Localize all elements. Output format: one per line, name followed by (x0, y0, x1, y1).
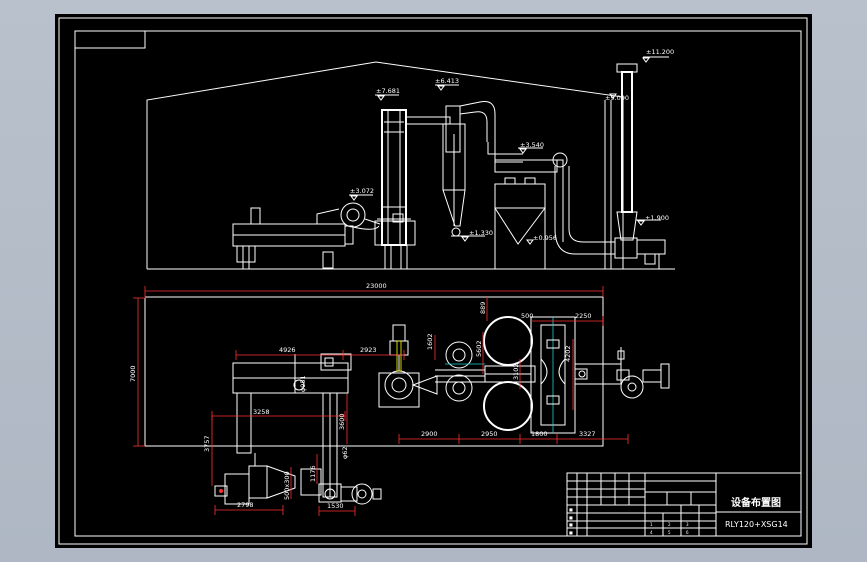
svg-text:±7.681: ±7.681 (376, 87, 400, 95)
elevation-view: ±11.200 ±9.000 ±7.681 ±6.413 ±3.540 ±3.0… (146, 48, 675, 270)
outer-border (58, 17, 808, 545)
inner-border (74, 30, 802, 537)
dim-4202: 4202 (564, 345, 572, 362)
svg-text:6: 6 (686, 530, 689, 535)
dim-7000: 7000 (129, 365, 137, 382)
plan-feeder (214, 453, 322, 505)
corner-label-box (74, 30, 146, 49)
duct-elbow (316, 202, 381, 230)
svg-text:■: ■ (569, 515, 573, 520)
svg-text:■: ■ (569, 522, 573, 527)
plan-conveyor (318, 392, 342, 503)
dim-2900: 2900 (421, 430, 438, 438)
dim-3600: 3600 (338, 413, 346, 430)
svg-text:2: 2 (668, 522, 671, 527)
dim-5602: 5602 (475, 340, 483, 357)
dim-3757: 3757 (203, 435, 211, 452)
drawing-model: RLY120+XSG14 (725, 520, 788, 529)
plan-furnace (232, 353, 352, 454)
dim-500x300: 500x300 (283, 471, 291, 500)
equipment-layout-drawing: ±11.200 ±9.000 ±7.681 ±6.413 ±3.540 ±3.0… (58, 17, 808, 545)
svg-text:1: 1 (650, 522, 653, 527)
svg-text:±3.072: ±3.072 (350, 187, 374, 195)
svg-text:±3.540: ±3.540 (520, 141, 544, 149)
plan-fan-bottom (340, 483, 382, 505)
elevation-markers: ±11.200 ±9.000 ±7.681 ±6.413 ±3.540 ±3.0… (349, 48, 674, 245)
drawing-title: 设备布置图 (731, 496, 781, 509)
dim-4926: 4926 (279, 346, 296, 354)
cad-viewport[interactable]: ±11.200 ±9.000 ±7.681 ±6.413 ±3.540 ±3.0… (55, 14, 812, 548)
svg-text:±6.413: ±6.413 (435, 77, 459, 85)
plan-building-outline (144, 296, 604, 447)
dim-2950: 2950 (481, 430, 498, 438)
svg-text:±0.956: ±0.956 (533, 234, 557, 242)
dim-1530: 1530 (327, 502, 344, 510)
svg-text:±1.330: ±1.330 (469, 229, 493, 237)
svg-text:±1.900: ±1.900 (645, 214, 669, 222)
dim-500: 500 (521, 312, 533, 320)
dim-2798: 2798 (237, 501, 254, 509)
svg-text:■: ■ (569, 507, 573, 512)
svg-text:3: 3 (686, 522, 689, 527)
dim-3102: 3102 (512, 363, 520, 380)
dim-1800: 1800 (531, 430, 548, 438)
dim-3327: 3327 (579, 430, 596, 438)
cyclone (442, 101, 496, 237)
plan-bag-filters (483, 316, 576, 434)
dim-2250: 2250 (575, 312, 592, 320)
hot-air-furnace (232, 207, 354, 269)
svg-text:5: 5 (668, 530, 671, 535)
svg-text:±9.000: ±9.000 (605, 94, 629, 102)
drying-tower (374, 109, 451, 270)
elevation-label: ±11.200 (646, 48, 674, 56)
dim-889: 889 (479, 302, 487, 314)
dim-1602: 1602 (426, 333, 434, 350)
dim-phi951: φ951 (299, 375, 307, 392)
svg-text:■: ■ (569, 530, 573, 535)
plan-exhaust (574, 347, 670, 399)
dim-23000: 23000 (366, 282, 387, 290)
svg-text:4: 4 (650, 530, 653, 535)
title-block: ■ ■ ■ ■ 1 2 3 4 5 6 设备布置图 RLY120+XSG14 (566, 472, 802, 537)
dim-1176: 1176 (309, 465, 317, 482)
dim-phi62: φ62 (341, 446, 349, 459)
dim-3258: 3258 (253, 408, 270, 416)
dim-2923: 2923 (360, 346, 377, 354)
